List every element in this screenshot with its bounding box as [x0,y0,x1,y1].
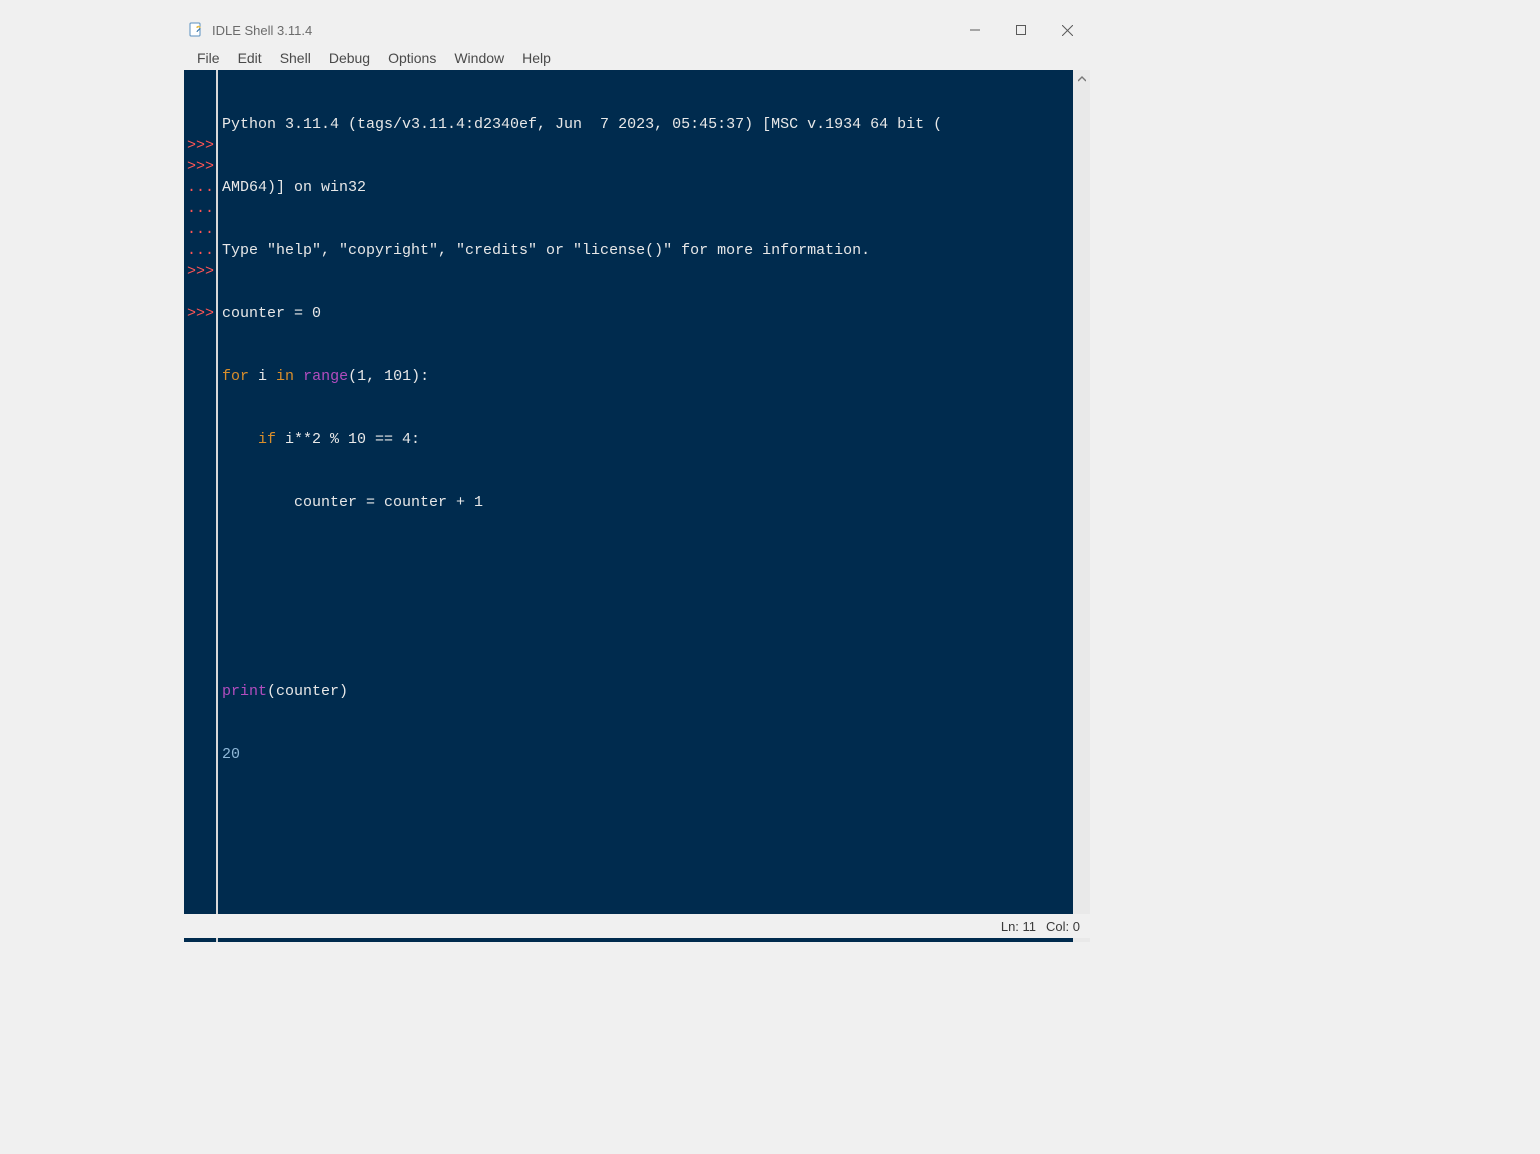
code-line: AMD64)] on win32 [222,177,1073,198]
minimize-icon [970,25,980,35]
gutter-row: ... [184,219,214,240]
gutter-row: >>> [184,135,214,156]
maximize-button[interactable] [998,14,1044,46]
menu-help[interactable]: Help [513,48,560,68]
code-line: counter = 0 [222,303,1073,324]
close-button[interactable] [1044,14,1090,46]
code-line: for i in range(1, 101): [222,366,1073,387]
code-line: counter = counter + 1 [222,492,1073,513]
menu-options[interactable]: Options [379,48,445,68]
maximize-icon [1016,25,1026,35]
shell-area[interactable]: >>> >>> ... ... ... ... >>> >>> Python 3… [184,70,1090,942]
gutter-row [184,114,214,135]
code-line: if i**2 % 10 == 4: [222,429,1073,450]
statusbar: Ln: 11 Col: 0 [184,914,1090,938]
gutter-row: ... [184,240,214,261]
gutter-row [184,72,214,93]
code-text[interactable]: Python 3.11.4 (tags/v3.11.4:d2340ef, Jun… [218,70,1073,942]
code-line [222,555,1073,576]
gutter-row: >>> [184,261,214,282]
menu-file[interactable]: File [188,48,229,68]
menu-debug[interactable]: Debug [320,48,379,68]
code-line [222,618,1073,639]
code-line: 20 [222,744,1073,765]
menu-window[interactable]: Window [445,48,513,68]
code-line: Type "help", "copyright", "credits" or "… [222,240,1073,261]
gutter-row [184,93,214,114]
window-controls [952,14,1090,46]
idle-window: IDLE Shell 3.11.4 File Edit Shell Debug … [184,14,1090,942]
scroll-up-icon[interactable] [1073,70,1090,87]
vertical-scrollbar[interactable] [1073,70,1090,942]
menu-shell[interactable]: Shell [271,48,320,68]
gutter-row: ... [184,198,214,219]
gutter-row: >>> [184,156,214,177]
code-line: print(counter) [222,681,1073,702]
menubar: File Edit Shell Debug Options Window Hel… [184,46,1090,70]
status-col: Col: 0 [1046,919,1080,934]
window-title: IDLE Shell 3.11.4 [212,23,952,38]
gutter-row [184,282,214,303]
menu-edit[interactable]: Edit [229,48,271,68]
titlebar[interactable]: IDLE Shell 3.11.4 [184,14,1090,46]
status-line: Ln: 11 [1001,919,1036,934]
python-icon [188,21,206,39]
close-icon [1062,25,1073,36]
minimize-button[interactable] [952,14,998,46]
code-line: Python 3.11.4 (tags/v3.11.4:d2340ef, Jun… [222,114,1073,135]
gutter-row: >>> [184,303,214,324]
prompt-gutter: >>> >>> ... ... ... ... >>> >>> [184,70,218,942]
gutter-row: ... [184,177,214,198]
code-line [222,807,1073,828]
